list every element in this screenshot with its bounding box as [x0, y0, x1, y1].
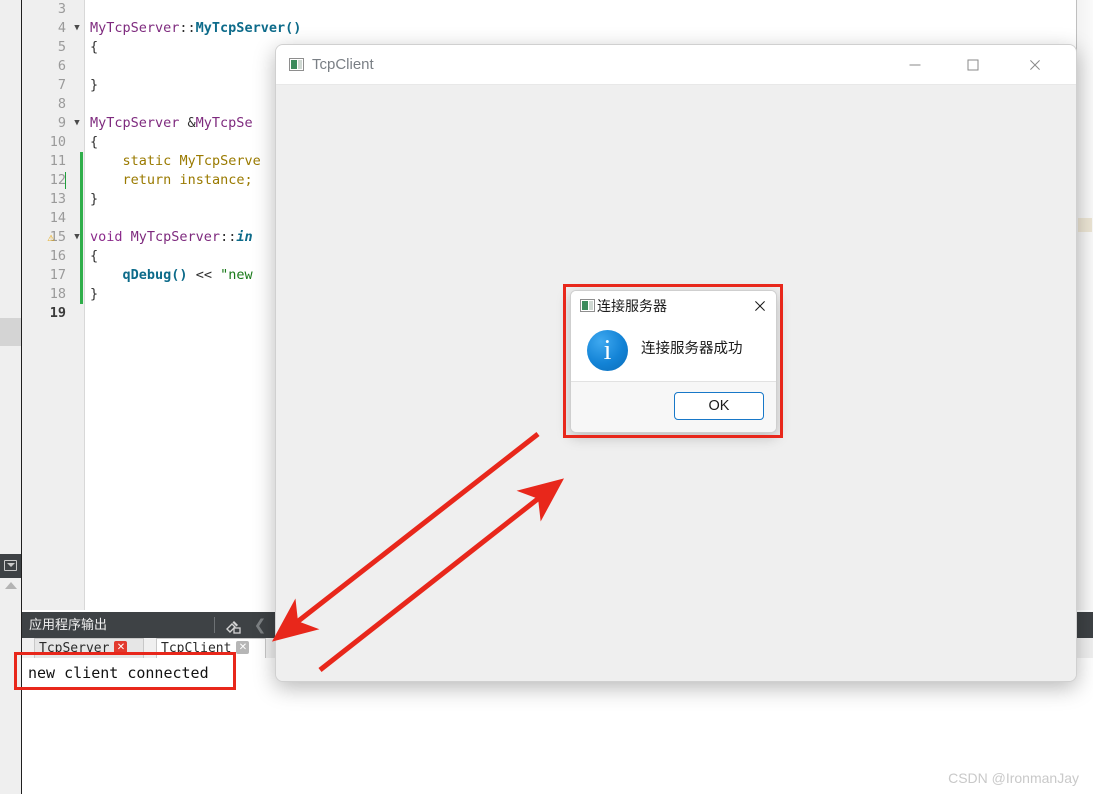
change-marker [80, 171, 83, 190]
code-line: { [90, 248, 99, 264]
line-number: 7 [57, 77, 66, 93]
tcpclient-titlebar[interactable]: TcpClient [276, 45, 1076, 85]
change-marker [80, 266, 83, 285]
editor-overview-scrollbar[interactable] [1076, 0, 1093, 610]
change-marker [80, 285, 83, 304]
close-button[interactable] [1012, 45, 1058, 85]
fold-toggle-icon[interactable]: ▼ [70, 114, 84, 133]
minimize-icon [909, 64, 921, 66]
output-panel-title: 应用程序输出 [29, 617, 108, 632]
fold-toggle-icon[interactable]: ▼ [70, 19, 84, 38]
message-box-highlight [563, 284, 783, 438]
chevron-left-icon[interactable]: ❮ [250, 615, 270, 636]
change-marker [80, 228, 83, 247]
change-marker [80, 152, 83, 171]
line-number: 14 [49, 210, 66, 226]
code-line: qDebug() << "new [122, 267, 253, 283]
maximize-icon [967, 59, 979, 71]
panel-toggle-icon [4, 560, 17, 571]
code-line: } [90, 191, 99, 207]
line-number: 18 [49, 286, 66, 302]
close-tab-icon[interactable]: ✕ [236, 641, 250, 654]
code-line: { [90, 39, 99, 55]
text-caret [65, 172, 66, 189]
change-marker [80, 247, 83, 266]
line-number: 4 [57, 20, 66, 36]
line-number: 12 [49, 172, 66, 188]
code-line: { [90, 134, 99, 150]
broom-icon[interactable] [224, 617, 242, 634]
output-log-highlight [14, 652, 236, 690]
line-number: 9 [57, 115, 66, 131]
header-divider [214, 617, 215, 633]
code-line: MyTcpServer::MyTcpServer() [90, 20, 302, 36]
code-line: } [90, 286, 99, 302]
line-number: 13 [49, 191, 66, 207]
csdn-watermark: CSDN @IronmanJay [948, 770, 1079, 786]
code-line: static MyTcpServe [122, 153, 261, 169]
tcpclient-window-title: TcpClient [312, 56, 374, 73]
overview-marker [1078, 218, 1092, 232]
code-line: return instance; [122, 172, 253, 188]
line-number: 19 [49, 305, 66, 321]
sidebar-collapsed-tab[interactable] [0, 318, 21, 346]
sidebar-panel-toggle-button[interactable] [0, 554, 21, 578]
warning-icon[interactable]: ⚠ [44, 228, 58, 247]
change-marker [80, 190, 83, 209]
code-line: MyTcpServer &MyTcpSe [90, 115, 253, 131]
qt-app-icon [289, 58, 304, 71]
line-number: 5 [57, 39, 66, 55]
change-marker [80, 209, 83, 228]
line-number: 3 [57, 1, 66, 17]
minimize-button[interactable] [892, 45, 938, 85]
line-number: 10 [49, 134, 66, 150]
line-number: 6 [57, 58, 66, 74]
triangle-up-icon[interactable] [5, 582, 17, 589]
code-line: } [90, 77, 99, 93]
line-number: 11 [49, 153, 66, 169]
maximize-button[interactable] [950, 45, 996, 85]
close-icon [1029, 59, 1042, 72]
line-number: 17 [49, 267, 66, 283]
line-number: 16 [49, 248, 66, 264]
code-line: void MyTcpServer::in [90, 229, 253, 245]
line-number: 8 [57, 96, 66, 112]
